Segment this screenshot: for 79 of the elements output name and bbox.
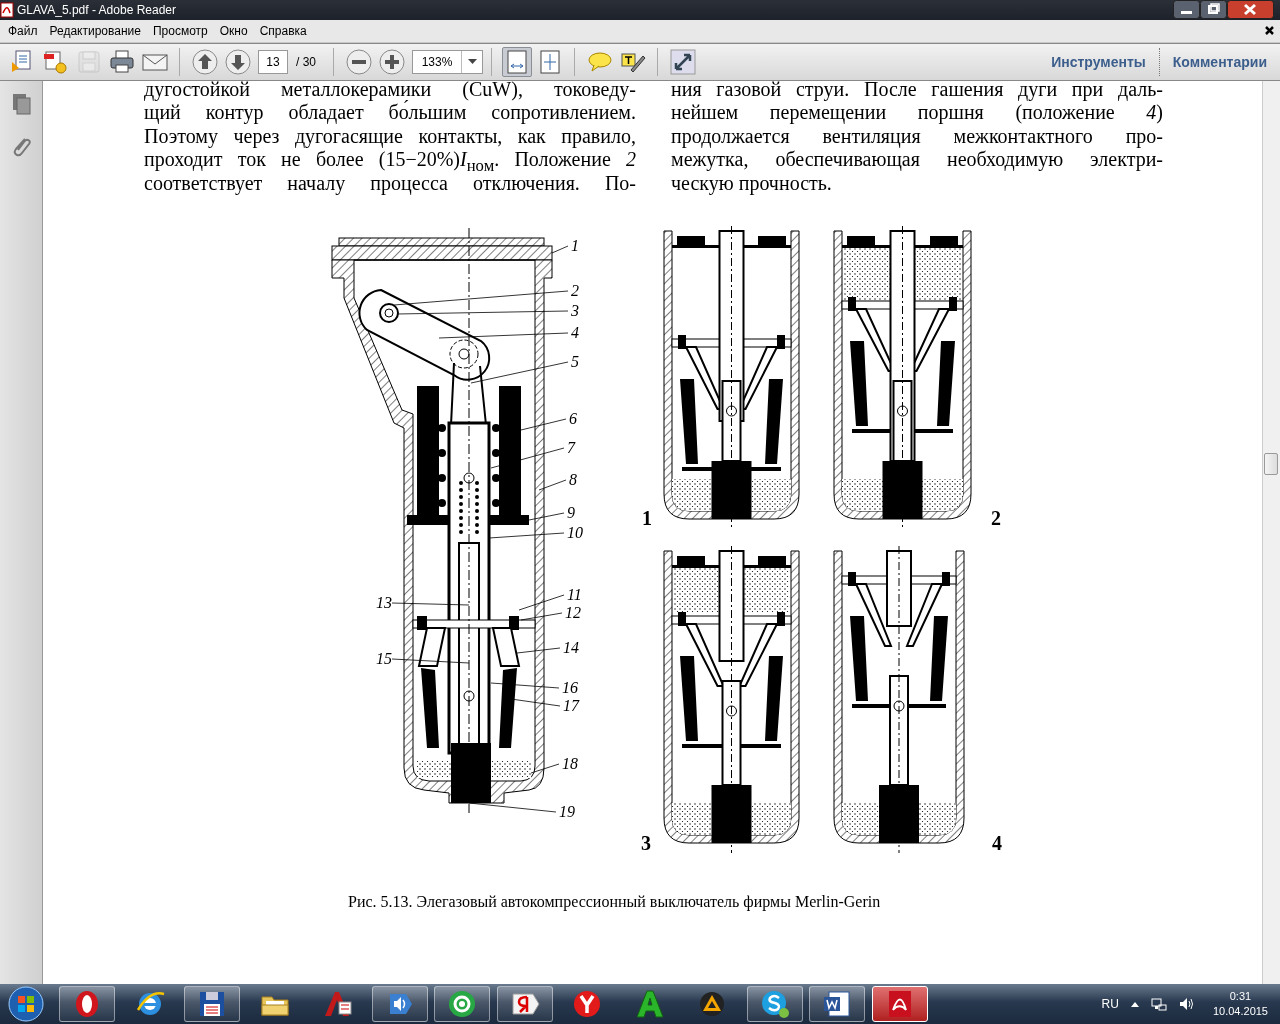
callout-number: 5 (571, 353, 579, 371)
leader-line (530, 764, 560, 774)
leader-line (528, 513, 565, 521)
leader-line (516, 648, 561, 654)
up-arrow-button[interactable] (189, 46, 220, 77)
close-icon[interactable] (1227, 0, 1274, 19)
pdf-file-icon (0, 2, 14, 18)
callout-number: 7 (567, 439, 575, 457)
callout-number: 19 (559, 803, 575, 821)
panel-link[interactable]: Комментарии (1159, 53, 1280, 70)
callout-number: 10 (567, 524, 583, 542)
callout-number: 3 (571, 302, 579, 320)
position-number: 2 (991, 507, 1001, 530)
callout-number: 14 (563, 639, 579, 657)
language-indicator[interactable]: RU (1101, 997, 1119, 1011)
plus-button[interactable] (376, 46, 407, 77)
callout-number: 1 (571, 237, 579, 255)
y-logo-icon (571, 988, 603, 1020)
close-icon[interactable] (1264, 25, 1275, 37)
leader-line (520, 613, 563, 621)
callout-number: 11 (567, 586, 582, 604)
callout-number: 6 (569, 410, 577, 428)
callout-number: 2 (571, 282, 579, 300)
caret-icon[interactable] (467, 59, 477, 65)
taskbar-button[interactable] (871, 986, 928, 1022)
minus-button[interactable] (343, 46, 374, 77)
callout-number: 9 (567, 504, 575, 522)
window-title: GLAVA_5.pdf - Adobe Reader (17, 3, 176, 17)
menu-item[interactable]: Просмотр (146, 23, 214, 38)
panel-link[interactable]: Инструменты (1038, 53, 1159, 70)
fit-width-button[interactable] (501, 46, 532, 77)
minimize-icon[interactable] (1173, 0, 1200, 19)
taskbar-button[interactable] (746, 986, 803, 1022)
menu-item[interactable]: Окно (213, 23, 254, 38)
position-number: 3 (641, 832, 651, 855)
taskbar-button[interactable] (59, 986, 115, 1022)
taskbar-button[interactable] (809, 986, 865, 1022)
up-triangle-icon[interactable] (1130, 1000, 1139, 1008)
clock[interactable]: 0:31 10.04.2015 (1212, 989, 1268, 1019)
callout-number: 8 (569, 471, 577, 489)
position-number: 4 (992, 832, 1002, 855)
callout-number: 15 (376, 650, 392, 668)
callout-number: 16 (562, 679, 578, 697)
scrollbar[interactable] (1262, 80, 1280, 984)
taskbar-button[interactable] (434, 986, 490, 1022)
callout-number: 4 (571, 324, 579, 342)
taskbar-button[interactable] (184, 986, 240, 1022)
down-arrow-button[interactable] (222, 46, 253, 77)
zoom-dropdown[interactable]: 133% (412, 49, 483, 74)
leader-line (520, 419, 567, 431)
menu-item[interactable]: Файл (2, 23, 44, 38)
menu-item[interactable]: Редактирование (43, 23, 147, 38)
document-w-icon (821, 988, 853, 1020)
callout-number: 18 (562, 755, 578, 773)
taskbar-button[interactable] (496, 986, 553, 1022)
pages-icon[interactable] (11, 92, 31, 115)
volume-icon[interactable] (1178, 997, 1195, 1011)
body-paragraph: дугостойкой металлокерамики (CuW), токоведу- щий контур обладает бо́льшим сопротивлением. Поэтому через дугогасящие контакты, как правило, проходит ток не более (15−20%)I$_{ном}$. Положение 2 соответствует началу процесса отключения. По- (144, 80, 636, 196)
taskbar-button[interactable] (371, 986, 428, 1022)
expand-arrows-button[interactable] (667, 46, 698, 77)
callout-number: 17 (563, 697, 579, 715)
leader-line (490, 683, 560, 689)
position-number: 1 (642, 507, 652, 530)
leader-line (518, 595, 565, 611)
menu-item[interactable]: Справка (253, 23, 313, 38)
leader-line (538, 480, 567, 491)
restore-icon[interactable] (1200, 0, 1227, 19)
callout-number: 13 (376, 594, 392, 612)
figure-caption: Рис. 5.13. Элегазовый автокомпрессионный выключатель фирмы Merlin-Gerin (348, 893, 882, 912)
at-sign-icon (446, 988, 478, 1020)
page-number-field[interactable]: 13 (258, 49, 288, 74)
callout-number: 12 (565, 604, 581, 622)
scroll-thumb[interactable] (1264, 452, 1278, 475)
leader-line (551, 246, 569, 254)
windows-start-icon[interactable] (8, 986, 44, 1022)
network-icon[interactable] (1150, 997, 1167, 1011)
a-logo-icon (633, 988, 666, 1020)
body-paragraph: ния газовой струи. После гашения дуги при даль- нейшем перемещении поршня (положение 4) продолжается вентиляция межконтактного про- межутка, обеспечивающая необходимую электри- ческую прочность. (671, 80, 1163, 196)
page-count: / 30 (296, 54, 316, 69)
